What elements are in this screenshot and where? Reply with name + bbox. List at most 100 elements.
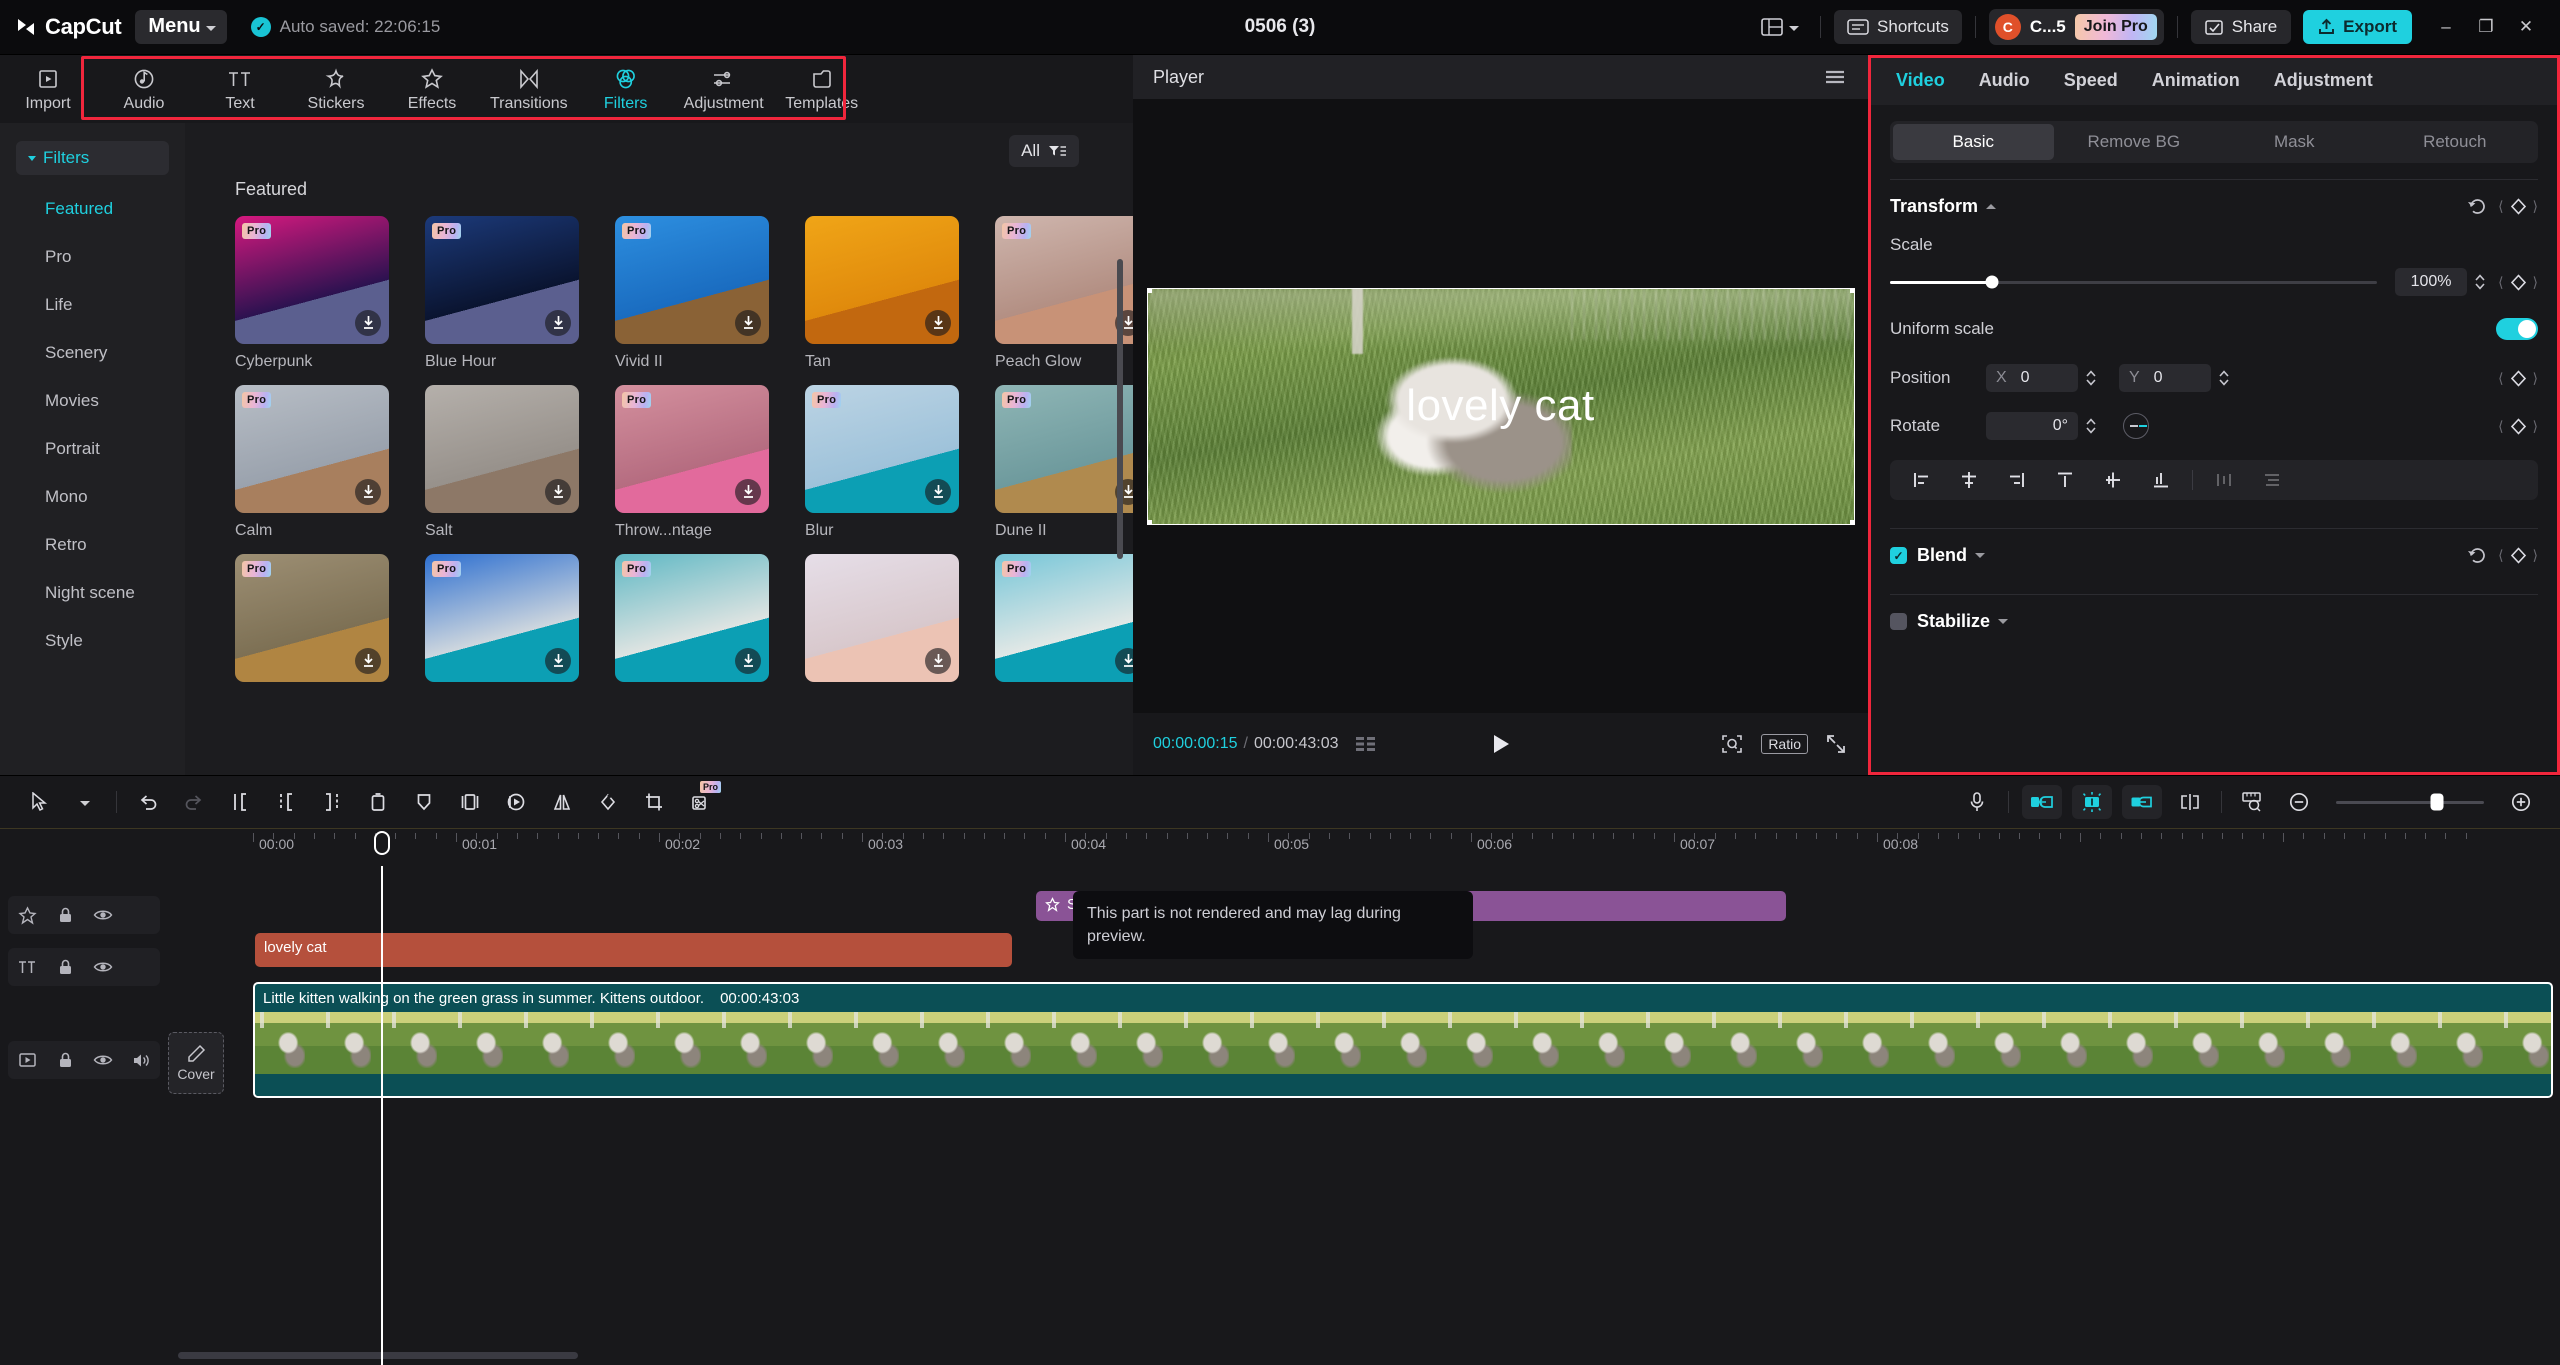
library-tab-adjustment[interactable]: Adjustment xyxy=(674,55,774,123)
select-tool-dropdown[interactable] xyxy=(62,783,108,821)
segment-mask[interactable]: Mask xyxy=(2214,124,2375,160)
next-keyframe-button[interactable]: ⟩ xyxy=(2533,198,2538,215)
eye-icon[interactable] xyxy=(84,896,122,934)
next-keyframe-button[interactable]: ⟩ xyxy=(2533,274,2538,291)
prev-keyframe-button[interactable]: ⟨ xyxy=(2498,370,2503,387)
segment-basic[interactable]: Basic xyxy=(1893,124,2054,160)
download-icon[interactable] xyxy=(735,479,761,505)
resize-handle-bl[interactable] xyxy=(1146,519,1152,525)
transition-left-button[interactable] xyxy=(2022,785,2062,819)
sidebar-item-night-scene[interactable]: Night scene xyxy=(0,569,185,617)
prev-keyframe-button[interactable]: ⟨ xyxy=(2498,274,2503,291)
zoom-slider[interactable] xyxy=(2336,793,2484,811)
eye-icon[interactable] xyxy=(84,948,122,986)
download-icon[interactable] xyxy=(355,479,381,505)
sidebar-item-movies[interactable]: Movies xyxy=(0,377,185,425)
text-clip[interactable]: lovely cat xyxy=(255,933,1012,967)
resize-handle-br[interactable] xyxy=(1849,519,1855,525)
chevron-up-icon[interactable] xyxy=(1986,204,1997,209)
minimize-button[interactable]: – xyxy=(2426,7,2466,47)
lock-icon[interactable] xyxy=(46,948,84,986)
filter-item[interactable]: Pro xyxy=(615,554,769,691)
timeline-ruler[interactable]: 00:00 00:01 00:02 00:03 00:04 00:05 00:06 00:07… xyxy=(0,828,2560,866)
filter-thumbnail[interactable]: Pro xyxy=(805,385,959,513)
filter-item[interactable]: Pro Peach Glow xyxy=(995,216,1133,371)
filter-thumbnail[interactable]: Pro xyxy=(235,554,389,682)
timeline-horizontal-scrollbar[interactable] xyxy=(178,1352,578,1359)
sidebar-item-pro[interactable]: Pro xyxy=(0,233,185,281)
crop-button[interactable] xyxy=(631,783,677,821)
resize-handle-tl[interactable] xyxy=(1146,287,1152,293)
align-bottom-button[interactable] xyxy=(2140,465,2182,495)
download-icon[interactable] xyxy=(355,648,381,674)
scale-slider[interactable] xyxy=(1890,275,2378,289)
timecode-list-icon[interactable] xyxy=(1355,735,1377,753)
filter-thumbnail[interactable]: Pro xyxy=(235,216,389,344)
filter-item[interactable]: Pro Throw...ntage xyxy=(615,385,769,540)
filter-thumbnail[interactable]: Pro xyxy=(235,385,389,513)
prev-keyframe-button[interactable]: ⟨ xyxy=(2498,198,2503,215)
filter-thumbnail[interactable]: Pro xyxy=(995,385,1133,513)
filter-item[interactable] xyxy=(805,554,959,691)
sidebar-item-style[interactable]: Style xyxy=(0,617,185,665)
filter-item[interactable]: Salt xyxy=(425,385,579,540)
library-tab-import[interactable]: Import xyxy=(0,55,96,123)
ratio-button[interactable]: Ratio xyxy=(1761,734,1808,754)
download-icon[interactable] xyxy=(355,310,381,336)
export-button[interactable]: Export xyxy=(2303,10,2412,44)
download-icon[interactable] xyxy=(1115,648,1133,674)
prev-keyframe-button[interactable]: ⟨ xyxy=(2498,547,2503,564)
sidebar-item-portrait[interactable]: Portrait xyxy=(0,425,185,473)
overlay-text[interactable]: lovely cat xyxy=(1406,381,1594,431)
keyframe-button[interactable] xyxy=(2072,785,2112,819)
download-icon[interactable] xyxy=(545,310,571,336)
rotate-stepper[interactable] xyxy=(2085,417,2097,435)
playhead-handle[interactable] xyxy=(374,831,390,855)
filter-item[interactable]: Pro xyxy=(425,554,579,691)
marker-button[interactable] xyxy=(401,783,447,821)
download-icon[interactable] xyxy=(545,648,571,674)
close-button[interactable]: ✕ xyxy=(2506,7,2546,47)
position-x-field[interactable]: X 0 xyxy=(1986,364,2078,392)
sidebar-item-mono[interactable]: Mono xyxy=(0,473,185,521)
inspector-tab-speed[interactable]: Speed xyxy=(2064,70,2118,91)
align-right-button[interactable] xyxy=(1996,465,2038,495)
split-playhead-button[interactable] xyxy=(2167,783,2213,821)
filter-item[interactable]: Pro Cyberpunk xyxy=(235,216,389,371)
filter-item[interactable]: Pro xyxy=(995,554,1133,691)
split-button[interactable] xyxy=(217,783,263,821)
keyframe-diamond-icon[interactable] xyxy=(2510,547,2527,564)
redo-button[interactable] xyxy=(171,783,217,821)
record-button[interactable] xyxy=(493,783,539,821)
filter-thumbnail[interactable]: Pro xyxy=(995,216,1133,344)
lock-icon[interactable] xyxy=(46,1041,84,1079)
reset-icon[interactable] xyxy=(2467,545,2488,566)
inspector-tab-adjustment[interactable]: Adjustment xyxy=(2274,70,2373,91)
sidebar-item-retro[interactable]: Retro xyxy=(0,521,185,569)
filter-item[interactable]: Pro Vivid II xyxy=(615,216,769,371)
share-button[interactable]: Share xyxy=(2190,10,2292,44)
library-tab-templates[interactable]: Templates xyxy=(774,55,870,123)
download-icon[interactable] xyxy=(925,479,951,505)
filter-thumbnail[interactable] xyxy=(425,385,579,513)
fullscreen-button[interactable] xyxy=(1826,734,1846,754)
play-button[interactable] xyxy=(1491,733,1511,755)
segment-remove-bg[interactable]: Remove BG xyxy=(2054,124,2215,160)
trim-end-button[interactable] xyxy=(309,783,355,821)
microphone-button[interactable] xyxy=(1954,783,2000,821)
filter-thumbnail[interactable]: Pro xyxy=(425,216,579,344)
scale-value[interactable]: 100% xyxy=(2395,268,2468,296)
distribute-horizontal-button[interactable] xyxy=(2203,465,2245,495)
freeze-frame-button[interactable] xyxy=(447,783,493,821)
inspector-tab-video[interactable]: Video xyxy=(1896,70,1945,91)
menu-button[interactable]: Menu xyxy=(135,10,227,44)
zoom-in-button[interactable] xyxy=(2498,783,2544,821)
reset-icon[interactable] xyxy=(2467,196,2488,217)
eye-icon[interactable] xyxy=(84,1041,122,1079)
next-keyframe-button[interactable]: ⟩ xyxy=(2533,418,2538,435)
auto-cut-button[interactable]: Pro xyxy=(677,781,723,821)
magnify-button[interactable] xyxy=(1721,734,1743,754)
volume-icon[interactable] xyxy=(122,1041,160,1079)
filter-item[interactable]: Tan xyxy=(805,216,959,371)
account-button[interactable]: C C...5 Join Pro xyxy=(1988,9,2164,45)
